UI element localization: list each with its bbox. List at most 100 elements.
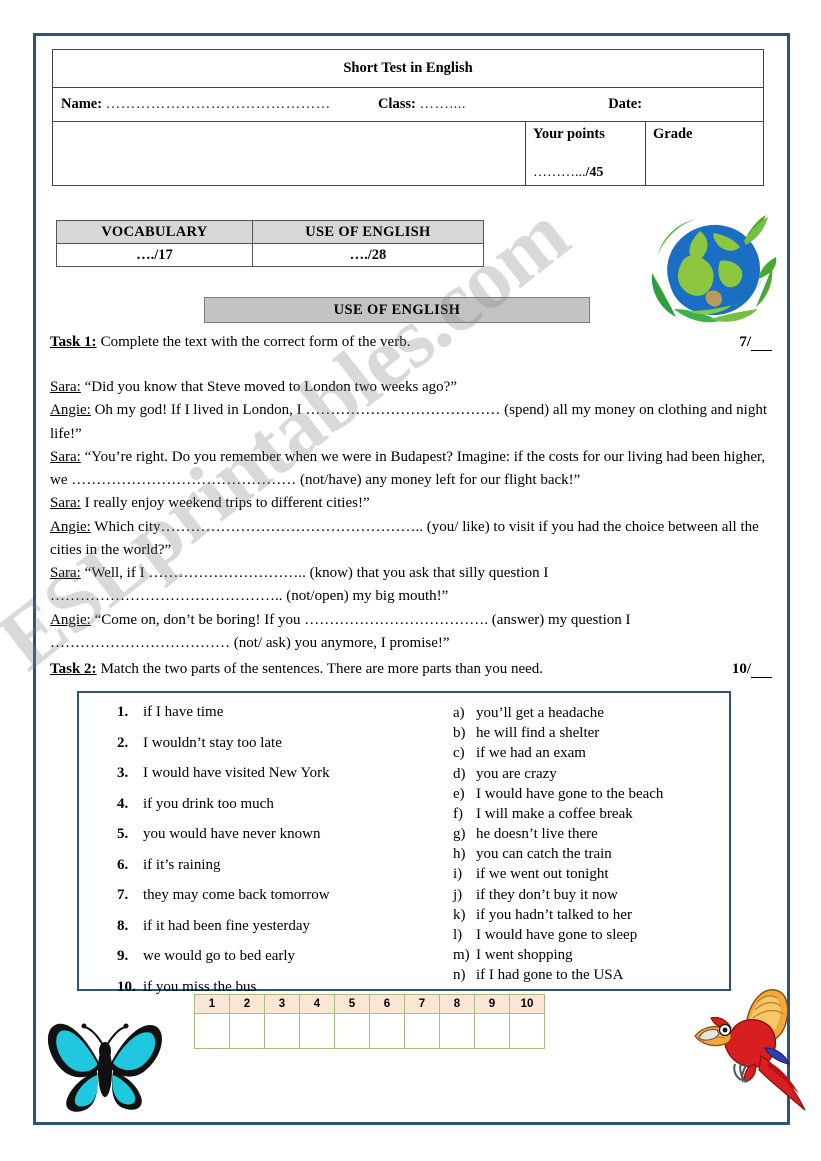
matching-left-item[interactable]: 2. I wouldn’t stay too late	[117, 734, 439, 752]
dialogue-speaker: Angie:	[50, 518, 91, 535]
section-banner: USE OF ENGLISH	[204, 297, 590, 323]
item-text: if we had an exam	[476, 745, 586, 762]
answer-grid-cell[interactable]	[229, 1013, 265, 1049]
item-text: I would have visited New York	[143, 765, 330, 781]
points-dots: ………...	[533, 165, 586, 180]
matching-right-item[interactable]: f) I will make a coffee break	[453, 804, 725, 824]
item-number: 1.	[117, 704, 129, 720]
task2-label: Task 2:	[50, 661, 97, 677]
task2-header: Task 2: Match the two parts of the sente…	[50, 661, 772, 678]
dialogue-text[interactable]: Oh my god! If I lived in London, I ………………	[50, 402, 767, 441]
item-text: if you miss the bus	[143, 978, 257, 995]
item-number: 10.	[117, 978, 136, 995]
dialogue-line: Angie: Which city…………………………………………….. (yo…	[50, 516, 778, 563]
item-text: if I have time	[143, 704, 224, 720]
dialogue-speaker: Sara:	[50, 495, 81, 512]
dialogue-line: Sara: I really enjoy weekend trips to di…	[50, 492, 778, 515]
task2-score[interactable]: 10/	[732, 661, 772, 678]
task1-score-blank[interactable]	[751, 334, 772, 351]
matching-right-item[interactable]: k) if you hadn’t talked to her	[453, 905, 725, 925]
matching-right-item[interactable]: c) if we had an exam	[453, 743, 725, 763]
matching-right-item[interactable]: e) I would have gone to the beach	[453, 784, 725, 804]
answer-grid-number: 6	[369, 994, 405, 1014]
page-frame: Short Test in English Name: …………………………………	[33, 33, 806, 1125]
vocabulary-score[interactable]: …./17	[56, 243, 253, 267]
answer-grid-cell[interactable]	[404, 1013, 440, 1049]
eco-globe-icon	[651, 215, 777, 323]
matching-right-item[interactable]: g) he doesn’t live there	[453, 824, 725, 844]
answer-grid-cell[interactable]	[264, 1013, 300, 1049]
class-label: Class:	[377, 96, 416, 112]
matching-right-item[interactable]: b) he will find a shelter	[453, 723, 725, 743]
task1-score[interactable]: 7/	[739, 334, 772, 351]
answer-grid-cell[interactable]	[509, 1013, 545, 1049]
worksheet-title: Short Test in English	[52, 49, 764, 88]
name-label: Name:	[61, 96, 103, 112]
matching-left-item[interactable]: 7. they may come back tomorrow	[117, 886, 439, 904]
answer-grid-cell[interactable]	[334, 1013, 370, 1049]
matching-right-item[interactable]: n) if I had gone to the USA	[453, 965, 725, 985]
dialogue-speaker: Angie:	[50, 402, 91, 419]
answer-grid-number: 3	[264, 994, 300, 1014]
dialogue-speaker: Sara:	[50, 565, 81, 581]
item-text: he will find a shelter	[476, 725, 600, 742]
task1-label: Task 1:	[50, 334, 97, 350]
matching-exercise-box: 1. if I have time 2. I wouldn’t stay too la…	[77, 691, 731, 995]
task1-dialogue: Sara: “Did you know that Steve moved to …	[50, 376, 778, 655]
task2-score-blank[interactable]	[751, 661, 772, 678]
section-score-table: VOCABULARY USE OF ENGLISH …./17 …./28	[56, 220, 485, 267]
item-letter: c)	[453, 745, 465, 762]
dialogue-line: Sara: “Did you know that Steve moved to …	[50, 376, 778, 399]
matching-left-item[interactable]: 4. if you drink too much	[117, 795, 439, 813]
answer-grid-cell[interactable]	[299, 1013, 335, 1049]
matching-right-item[interactable]: l) I would have gone to sleep	[453, 925, 725, 945]
name-field[interactable]: ………………………………………	[106, 96, 331, 112]
matching-left-item[interactable]: 5. you would have never known	[117, 825, 439, 843]
item-letter: d)	[453, 765, 466, 782]
answer-grid-number: 5	[334, 994, 370, 1014]
matching-left-item[interactable]: 8. if it had been fine yesterday	[117, 917, 439, 935]
dialogue-text[interactable]: I really enjoy weekend trips to differen…	[81, 495, 370, 511]
blank-cell	[52, 121, 526, 186]
points-total: /45	[585, 165, 604, 180]
item-letter: k)	[453, 906, 466, 923]
grade-cell[interactable]: Grade	[645, 121, 764, 186]
item-text: you can catch the train	[476, 846, 612, 863]
matching-right-item[interactable]: d) you are crazy	[453, 764, 725, 784]
dialogue-text[interactable]: “Did you know that Steve moved to London…	[81, 379, 457, 395]
table-row: Your points ……….../45 Grade	[52, 121, 764, 186]
matching-left-item[interactable]: 1. if I have time	[117, 703, 439, 721]
answer-grid-cell[interactable]	[369, 1013, 405, 1049]
dialogue-text[interactable]: Which city…………………………………………….. (you/ like…	[50, 519, 759, 558]
dialogue-text[interactable]: “Well, if I ………………………….. (know) that you…	[50, 565, 548, 604]
matching-left-item[interactable]: 3. I would have visited New York	[117, 764, 439, 782]
answer-grid-cell[interactable]	[439, 1013, 475, 1049]
your-points-value[interactable]: ……….../45	[533, 165, 638, 181]
class-field[interactable]: ……....	[419, 96, 466, 112]
matching-right-item[interactable]: a) you’ll get a headache	[453, 703, 725, 723]
use-of-english-score[interactable]: …./28	[251, 243, 485, 267]
matching-left-item[interactable]: 6. if it’s raining	[117, 856, 439, 874]
answer-grid-cell[interactable]	[474, 1013, 510, 1049]
item-number: 7.	[117, 887, 129, 903]
item-text: I would have gone to the beach	[476, 785, 664, 802]
item-text: they may come back tomorrow	[143, 887, 330, 903]
item-text: if it had been fine yesterday	[143, 917, 311, 934]
answer-grid-cell[interactable]	[194, 1013, 230, 1049]
matching-right-item[interactable]: j) if they don’t buy it now	[453, 885, 725, 905]
dialogue-text[interactable]: “You’re right. Do you remember when we w…	[50, 449, 765, 488]
matching-right-item[interactable]: i) if we went out tonight	[453, 864, 725, 884]
answer-grid: 1 2 3 4 5 6 7 8 9 10	[194, 994, 545, 1049]
item-letter: j)	[453, 886, 463, 903]
item-number: 4.	[117, 795, 129, 812]
task1-header: Task 1: Complete the text with the corre…	[50, 334, 772, 351]
matching-right-item[interactable]: h) you can catch the train	[453, 844, 725, 864]
matching-left-item[interactable]: 9. we would go to bed early	[117, 947, 439, 965]
parrot-icon	[694, 989, 806, 1111]
use-of-english-header: USE OF ENGLISH	[251, 220, 485, 244]
dialogue-text[interactable]: “Come on, don’t be boring! If you …………………	[50, 612, 630, 651]
dialogue-line: Sara: “Well, if I ………………………….. (know) th…	[50, 562, 778, 609]
item-letter: e)	[453, 785, 465, 802]
matching-left-item[interactable]: 10. if you miss the bus	[117, 978, 439, 996]
matching-right-item[interactable]: m) I went shopping	[453, 945, 725, 965]
